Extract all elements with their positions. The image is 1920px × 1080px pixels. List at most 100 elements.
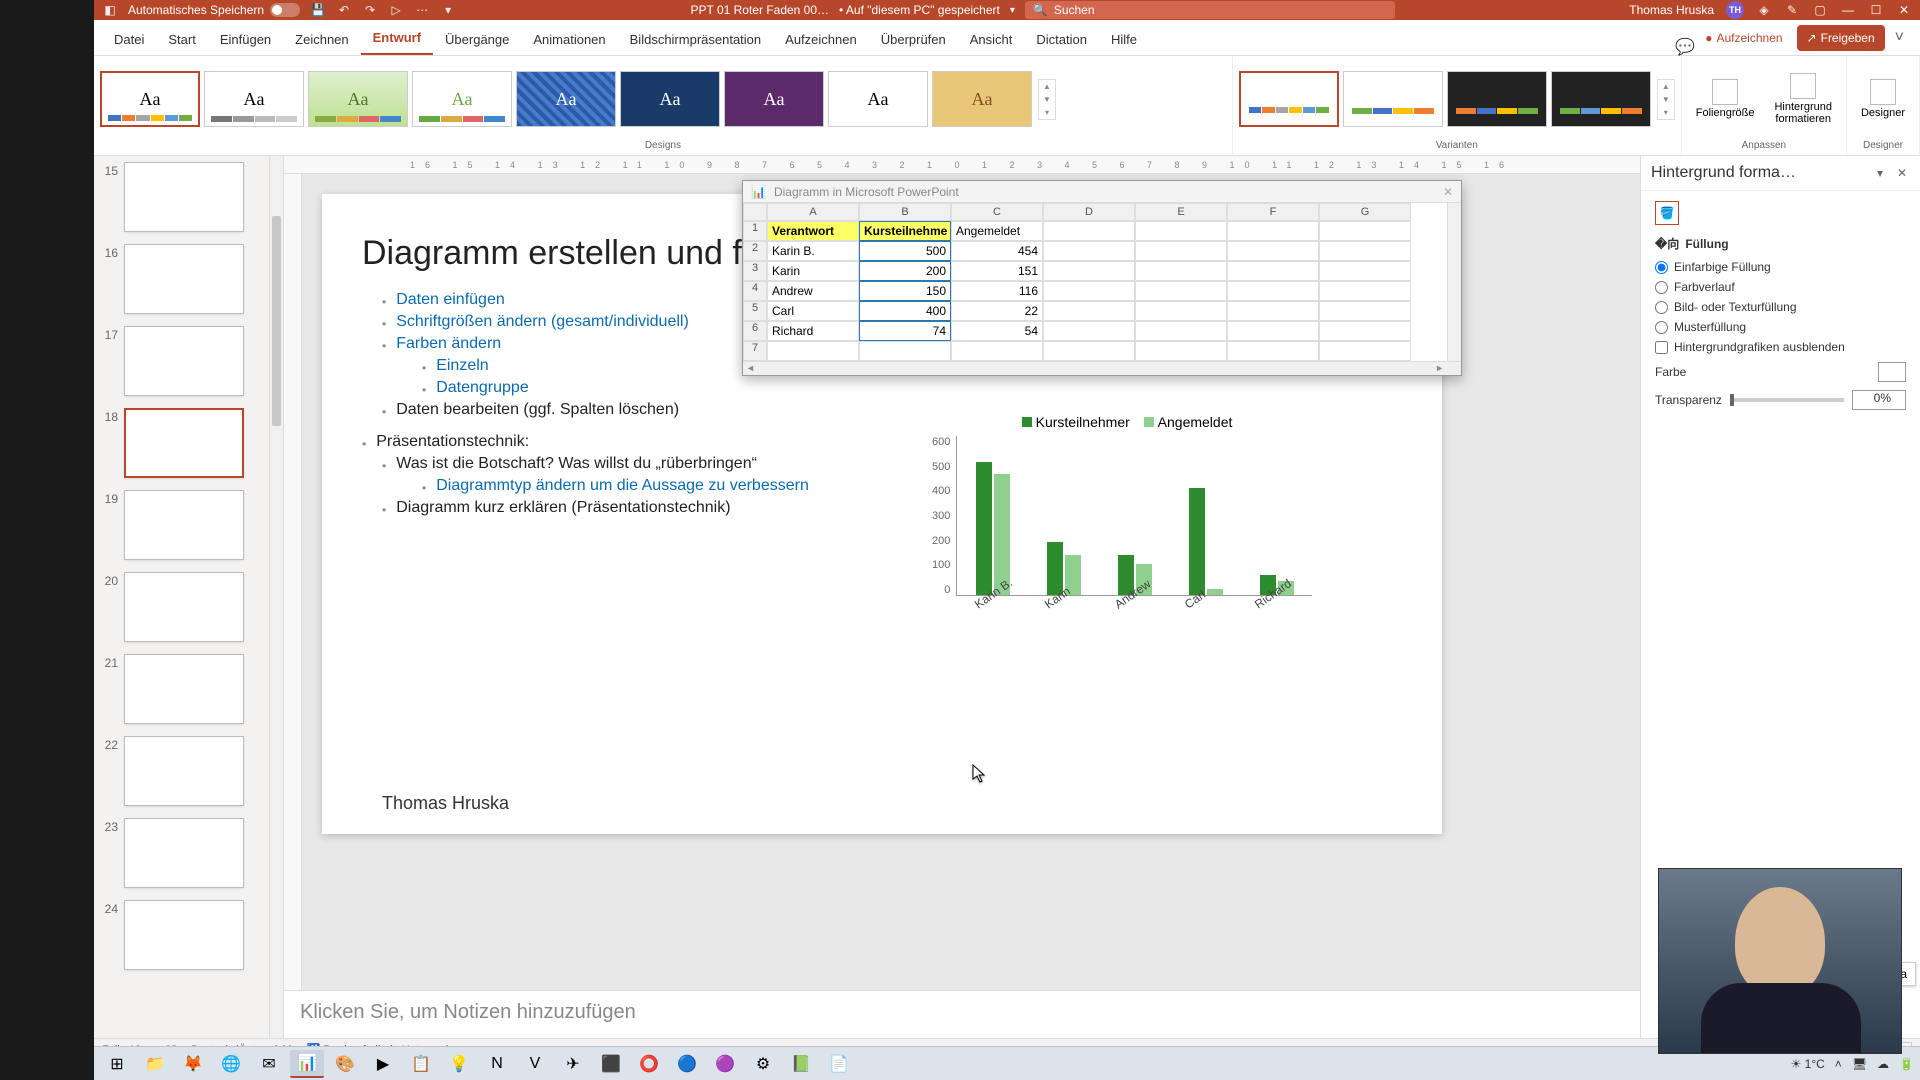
themes-more[interactable]: ▲▼▾ bbox=[1038, 79, 1056, 120]
variant-2[interactable] bbox=[1343, 71, 1443, 127]
transparency-slider[interactable] bbox=[1730, 398, 1844, 402]
close-button[interactable]: ✕ bbox=[1896, 2, 1912, 18]
datasheet-hscroll[interactable] bbox=[743, 361, 1461, 375]
pen-icon[interactable]: ✎ bbox=[1784, 2, 1800, 18]
taskbar-firefox[interactable]: 🦊 bbox=[176, 1050, 210, 1078]
taskbar-onenote[interactable]: N bbox=[480, 1050, 514, 1078]
tab-einfuegen[interactable]: Einfügen bbox=[208, 24, 283, 55]
undo-icon[interactable]: ↶ bbox=[336, 2, 352, 18]
pane-dropdown-icon[interactable]: ▾ bbox=[1872, 165, 1888, 181]
taskbar-settings[interactable]: ⚙ bbox=[746, 1050, 780, 1078]
redo-icon[interactable]: ↷ bbox=[362, 2, 378, 18]
save-icon[interactable]: 💾 bbox=[310, 2, 326, 18]
designer-button[interactable]: Designer bbox=[1853, 75, 1913, 123]
pane-close-icon[interactable]: ✕ bbox=[1894, 165, 1910, 181]
taskbar-app2[interactable]: 📋 bbox=[404, 1050, 438, 1078]
chart-datasheet[interactable]: 📊 Diagramm in Microsoft PowerPoint ✕ ABC… bbox=[742, 180, 1462, 376]
taskbar[interactable]: ⊞ 📁 🦊 🌐 ✉ 📊 🎨 ▶ 📋 💡 N V ✈ ⬛ ⭕ 🔵 🟣 ⚙ 📗 📄 … bbox=[94, 1046, 1920, 1080]
taskbar-app6[interactable]: ⭕ bbox=[632, 1050, 666, 1078]
variants-more[interactable]: ▲▼▾ bbox=[1657, 79, 1675, 120]
tab-entwurf[interactable]: Entwurf bbox=[361, 22, 433, 55]
collapse-ribbon-icon[interactable]: ˅ bbox=[1887, 21, 1912, 55]
taskbar-app1[interactable]: 🎨 bbox=[328, 1050, 362, 1078]
more-icon[interactable]: ⋯ bbox=[414, 2, 430, 18]
fill-pattern[interactable]: Musterfüllung bbox=[1655, 320, 1906, 334]
variant-4[interactable] bbox=[1551, 71, 1651, 127]
user-name[interactable]: Thomas Hruska bbox=[1629, 3, 1714, 17]
thumb-15[interactable] bbox=[124, 162, 244, 232]
format-background-button[interactable]: Hintergrund formatieren bbox=[1766, 69, 1839, 129]
fill-section[interactable]: �向Füllung bbox=[1655, 235, 1906, 252]
maximize-button[interactable]: ☐ bbox=[1868, 2, 1884, 18]
theme-3[interactable]: Aa bbox=[308, 71, 408, 127]
taskbar-app8[interactable]: 🟣 bbox=[708, 1050, 742, 1078]
chart[interactable]: Kursteilnehmer Angemeldet 60050040030020… bbox=[932, 414, 1312, 654]
tab-hilfe[interactable]: Hilfe bbox=[1099, 24, 1149, 55]
tab-zeichnen[interactable]: Zeichnen bbox=[283, 24, 360, 55]
taskbar-app9[interactable]: 📄 bbox=[822, 1050, 856, 1078]
weather-widget[interactable]: ☀ 1°C bbox=[1791, 1057, 1825, 1071]
thumb-24[interactable] bbox=[124, 900, 244, 970]
save-state[interactable]: • Auf "diesem PC" gespeichert bbox=[839, 3, 1000, 17]
tray-chevron-icon[interactable]: ˄ bbox=[1835, 1057, 1842, 1071]
thumb-21[interactable] bbox=[124, 654, 244, 724]
theme-7[interactable]: Aa bbox=[724, 71, 824, 127]
diamond-icon[interactable]: ◈ bbox=[1756, 2, 1772, 18]
dropdown-icon[interactable]: ▾ bbox=[1010, 5, 1015, 16]
comments-icon[interactable]: 💬 bbox=[1677, 39, 1693, 55]
taskbar-explorer[interactable]: 📁 bbox=[138, 1050, 172, 1078]
theme-4[interactable]: Aa bbox=[412, 71, 512, 127]
thumb-23[interactable] bbox=[124, 818, 244, 888]
tab-aufzeichnen[interactable]: Aufzeichnen bbox=[773, 24, 869, 55]
tab-ueberpruefen[interactable]: Überprüfen bbox=[869, 24, 958, 55]
search-box[interactable]: 🔍 Suchen bbox=[1025, 1, 1395, 19]
thumb-19[interactable] bbox=[124, 490, 244, 560]
color-picker[interactable] bbox=[1878, 362, 1906, 382]
thumb-16[interactable] bbox=[124, 244, 244, 314]
tab-datei[interactable]: Datei bbox=[102, 24, 156, 55]
thumb-18[interactable] bbox=[124, 408, 244, 478]
taskbar-excel[interactable]: 📗 bbox=[784, 1050, 818, 1078]
tab-ansicht[interactable]: Ansicht bbox=[958, 24, 1025, 55]
fill-solid[interactable]: Einfarbige Füllung bbox=[1655, 260, 1906, 274]
taskbar-chrome[interactable]: 🌐 bbox=[214, 1050, 248, 1078]
user-avatar[interactable]: TH bbox=[1726, 1, 1744, 19]
taskbar-app3[interactable]: 💡 bbox=[442, 1050, 476, 1078]
theme-office[interactable]: Aa bbox=[100, 71, 200, 127]
qat-dropdown-icon[interactable]: ▾ bbox=[440, 2, 456, 18]
autosave-toggle[interactable]: Automatisches Speichern bbox=[128, 3, 300, 17]
bucket-icon[interactable]: 🪣 bbox=[1655, 201, 1679, 225]
taskbar-telegram[interactable]: ✈ bbox=[556, 1050, 590, 1078]
thumbs-scrollbar[interactable] bbox=[269, 156, 283, 1038]
taskbar-app7[interactable]: 🔵 bbox=[670, 1050, 704, 1078]
taskbar-outlook[interactable]: ✉ bbox=[252, 1050, 286, 1078]
thumb-17[interactable] bbox=[124, 326, 244, 396]
variant-1[interactable] bbox=[1239, 71, 1339, 127]
tray-battery-icon[interactable]: 🔋 bbox=[1899, 1057, 1914, 1071]
toggle-icon[interactable] bbox=[270, 3, 300, 17]
hide-bg-graphics[interactable]: Hintergrundgrafiken ausblenden bbox=[1655, 340, 1906, 354]
record-button[interactable]: ●Aufzeichnen bbox=[1695, 25, 1792, 51]
minimize-button[interactable]: — bbox=[1840, 2, 1856, 18]
notes-pane[interactable]: Klicken Sie, um Notizen hinzuzufügen bbox=[284, 990, 1640, 1038]
tab-animationen[interactable]: Animationen bbox=[521, 24, 617, 55]
start-button[interactable]: ⊞ bbox=[100, 1050, 134, 1078]
variant-3[interactable] bbox=[1447, 71, 1547, 127]
slide-author[interactable]: Thomas Hruska bbox=[382, 793, 509, 814]
taskbar-app4[interactable]: V bbox=[518, 1050, 552, 1078]
fill-picture[interactable]: Bild- oder Texturfüllung bbox=[1655, 300, 1906, 314]
transparency-spin[interactable]: 0% bbox=[1852, 390, 1906, 410]
tab-dictation[interactable]: Dictation bbox=[1024, 24, 1099, 55]
slide-size-button[interactable]: Foliengröße bbox=[1688, 75, 1763, 123]
theme-2[interactable]: Aa bbox=[204, 71, 304, 127]
tab-start[interactable]: Start bbox=[156, 24, 207, 55]
thumb-22[interactable] bbox=[124, 736, 244, 806]
thumb-20[interactable] bbox=[124, 572, 244, 642]
theme-8[interactable]: Aa bbox=[828, 71, 928, 127]
from-beginning-icon[interactable]: ▷ bbox=[388, 2, 404, 18]
window-icon[interactable]: ▢ bbox=[1812, 2, 1828, 18]
slide-canvas[interactable]: Diagramm erstellen und formatieren •Date… bbox=[302, 174, 1640, 990]
share-button[interactable]: ↗Freigeben bbox=[1797, 25, 1885, 51]
taskbar-powerpoint[interactable]: 📊 bbox=[290, 1050, 324, 1078]
datasheet-vscroll[interactable] bbox=[1447, 203, 1461, 361]
